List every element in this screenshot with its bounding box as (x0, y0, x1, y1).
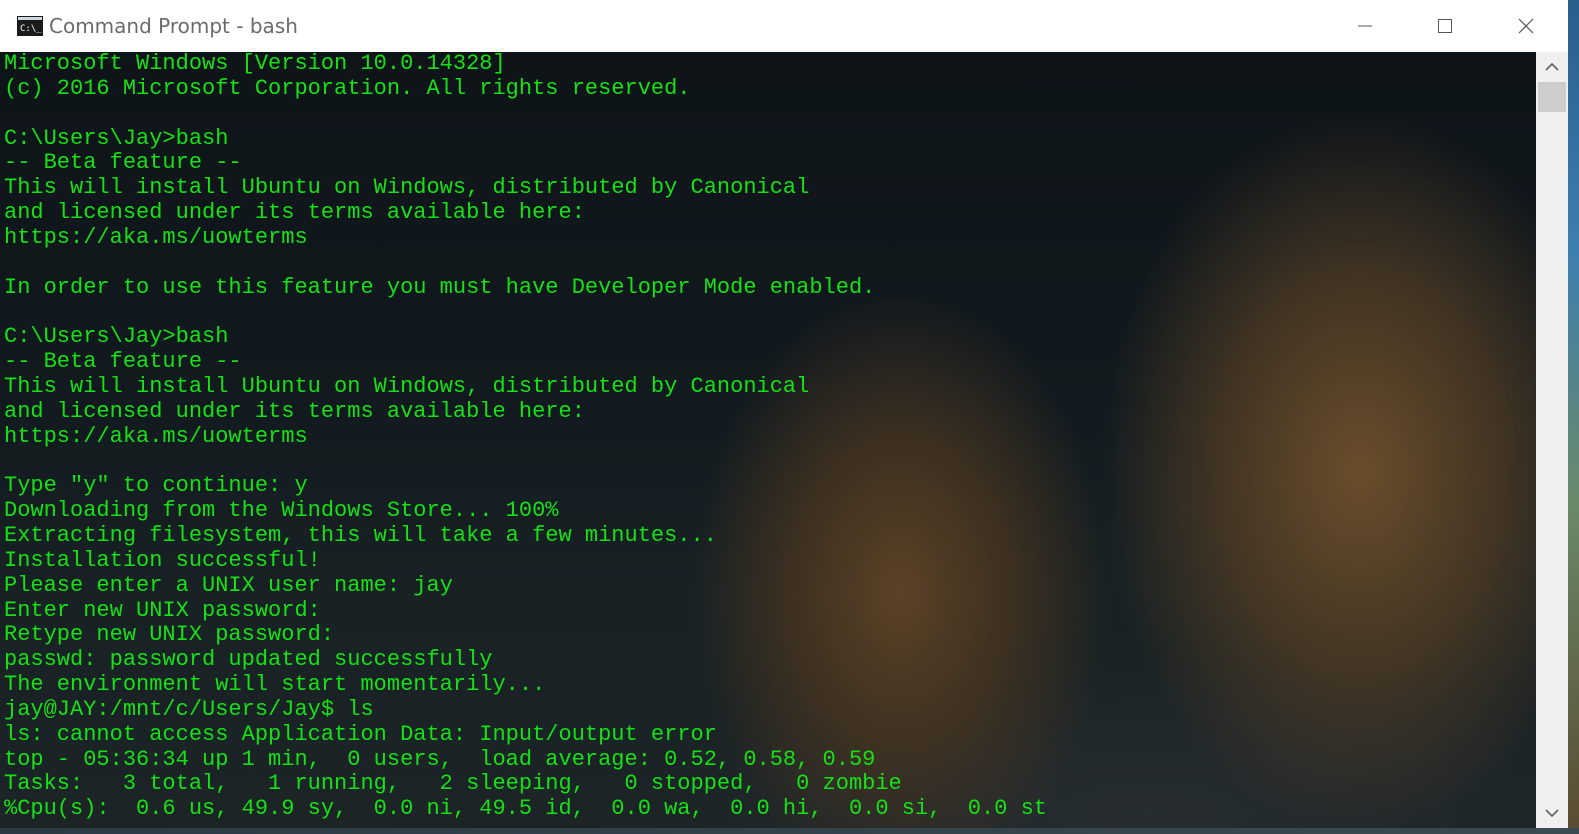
terminal-line: Extracting filesystem, this will take a … (4, 523, 717, 549)
terminal-line: In order to use this feature you must ha… (4, 274, 876, 300)
vertical-scrollbar[interactable] (1536, 52, 1568, 828)
terminal-line: https://aka.ms/uowterms (4, 423, 308, 449)
minimize-icon (1358, 25, 1372, 27)
terminal-line: https://aka.ms/uowterms (4, 224, 308, 250)
terminal-line: top - 05:36:34 up 1 min, 0 users, load a… (4, 746, 876, 772)
terminal-line: Retype new UNIX password: (4, 622, 335, 648)
terminal-line: and licensed under its terms available h… (4, 398, 585, 424)
maximize-button[interactable] (1405, 0, 1485, 52)
desktop-background (1568, 0, 1579, 834)
terminal-line: Please enter a UNIX user name: jay (4, 572, 453, 598)
terminal-text: Microsoft Windows [Version 10.0.14328] (c… (4, 52, 1047, 822)
terminal-line: (c) 2016 Microsoft Corporation. All righ… (4, 75, 691, 101)
terminal-line: ls: cannot access Application Data: Inpu… (4, 721, 717, 747)
terminal-line: and licensed under its terms available h… (4, 200, 585, 226)
terminal-line: This will install Ubuntu on Windows, dis… (4, 373, 810, 399)
terminal-line: Tasks: 3 total, 1 running, 2 sleeping, 0… (4, 771, 902, 797)
terminal-line: C:\Users\Jay>bash (4, 125, 229, 151)
scroll-up-arrow-icon (1545, 62, 1559, 71)
command-prompt-window: C:\_ Command Prompt - bash Microsoft Win… (0, 0, 1569, 829)
scroll-down-arrow-icon (1545, 809, 1559, 818)
desktop-background-bottom (0, 828, 1579, 834)
terminal-line: Type "y" to continue: y (4, 473, 308, 499)
terminal-line: The environment will start momentarily..… (4, 672, 546, 698)
scroll-thumb[interactable] (1538, 82, 1566, 112)
svg-text:C:\_: C:\_ (20, 24, 42, 34)
minimize-button[interactable] (1325, 0, 1405, 52)
close-button[interactable] (1486, 0, 1566, 52)
scroll-down-button[interactable] (1536, 798, 1568, 828)
terminal-line: Microsoft Windows [Version 10.0.14328] (4, 52, 506, 76)
title-bar[interactable]: C:\_ Command Prompt - bash (0, 0, 1568, 52)
terminal-line: Enter new UNIX password: (4, 597, 321, 623)
maximize-icon (1438, 19, 1452, 33)
terminal-line: -- Beta feature -- (4, 349, 242, 375)
terminal-line: passwd: password updated successfully (4, 647, 493, 673)
window-title: Command Prompt - bash (49, 14, 298, 38)
terminal-line: jay@JAY:/mnt/c/Users/Jay$ ls (4, 696, 374, 722)
console-app-icon: C:\_ (17, 16, 43, 36)
terminal-line: Installation successful! (4, 547, 321, 573)
terminal-line: This will install Ubuntu on Windows, dis… (4, 175, 810, 201)
terminal-line: C:\Users\Jay>bash (4, 324, 229, 350)
scroll-up-button[interactable] (1536, 52, 1568, 82)
terminal-output-area[interactable]: Microsoft Windows [Version 10.0.14328] (c… (0, 52, 1536, 828)
terminal-line: -- Beta feature -- (4, 150, 242, 176)
close-icon (1518, 18, 1534, 34)
terminal-line: Downloading from the Windows Store... 10… (4, 498, 559, 524)
terminal-line: %Cpu(s): 0.6 us, 49.9 sy, 0.0 ni, 49.5 i… (4, 796, 1047, 822)
